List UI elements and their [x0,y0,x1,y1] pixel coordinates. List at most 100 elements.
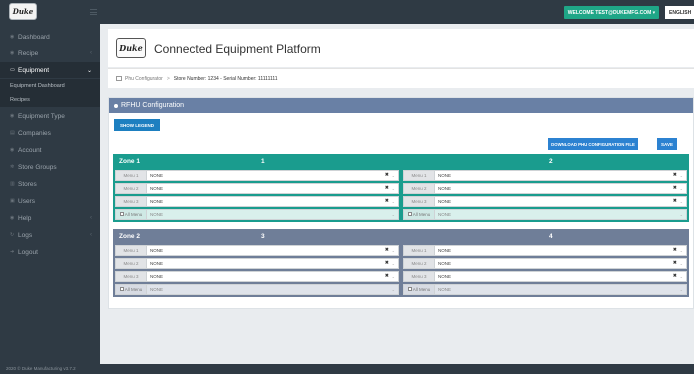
menu-cell: Menu 1 NONE ✖ ⌄ [115,169,399,181]
clear-icon[interactable]: ✖ [385,260,389,266]
rfhu-configuration-card: RFHU Configuration SHOW LEGEND DOWNLOAD … [108,97,694,309]
sidebar-item-dashboard[interactable]: ◉ Dashboard [0,29,100,45]
duke-logo: Duke [116,38,146,58]
menu-label: Menu 3 [403,195,435,207]
clear-icon[interactable]: ✖ [385,247,389,253]
clear-icon[interactable]: ✖ [673,260,677,266]
clear-icon[interactable]: ✖ [385,198,389,204]
chevron-down-icon[interactable]: ⌄ [680,173,683,178]
clear-icon[interactable]: ✖ [673,273,677,279]
all-menu-select[interactable]: NONE ⌄ [435,208,687,220]
menu-cell: Menu 1 NONE ✖ ⌄ [115,244,399,256]
menu-cell: Menu 3 NONE ✖ ⌄ [403,195,687,207]
chevron-down-icon[interactable]: ⌄ [680,261,683,266]
download-configuration-button[interactable]: DOWNLOAD PHU CONFIGURATION FILE [548,138,638,150]
user-menu-button[interactable]: WELCOME TEST@DUKEMFG.COM ▾ [564,6,659,19]
sidebar-item-users[interactable]: ▣ Users [0,193,100,209]
chevron-down-icon[interactable]: ⌄ [680,212,683,217]
chevron-down-icon[interactable]: ⌄ [392,199,395,204]
chevron-down-icon[interactable]: ⌄ [392,212,395,217]
language-button[interactable]: ENGLISH [665,6,694,19]
clear-icon[interactable]: ✖ [385,273,389,279]
menu-cell: Menu 2 NONE ✖ ⌄ [115,182,399,194]
checkbox-icon[interactable] [407,212,412,216]
clear-icon[interactable]: ✖ [385,172,389,178]
clear-icon[interactable]: ✖ [385,185,389,191]
menu-toggle-icon[interactable] [90,9,97,15]
zone-name: Zone 1 [119,158,140,165]
menu-select[interactable]: NONE ✖ ⌄ [435,244,687,256]
all-menu-label: All Menu [124,211,143,217]
all-menu-checkbox-label[interactable]: All Menu [403,283,435,295]
sidebar-item-logs[interactable]: ↻ Logs ‹ [0,227,100,243]
checkbox-icon[interactable] [407,287,412,291]
chevron-down-icon[interactable]: ⌄ [392,186,395,191]
menu-select[interactable]: NONE ✖ ⌄ [147,257,399,269]
building-icon: ▤ [10,130,15,136]
all-menu-select[interactable]: NONE ⌄ [435,283,687,295]
chevron-down-icon[interactable]: ⌄ [680,186,683,191]
chevron-down-icon: ⌄ [86,67,92,74]
help-icon: ◉ [10,215,15,221]
show-legend-button[interactable]: SHOW LEGEND [114,119,160,131]
menu-select[interactable]: NONE ✖ ⌄ [147,195,399,207]
chevron-down-icon[interactable]: ⌄ [392,261,395,266]
sidebar-subitem-equipment-dashboard[interactable]: Equipment Dashboard [0,79,100,93]
zone-panel: Zone 2 3 4 Menu 1 NONE ✖ ⌄ Menu 1 NONE ✖ ⌄ Menu 2 NO… [113,229,689,297]
sidebar-item-help[interactable]: ◉ Help ‹ [0,210,100,226]
menu-row: Menu 1 NONE ✖ ⌄ Menu 1 NONE ✖ ⌄ [115,244,687,256]
menu-select[interactable]: NONE ✖ ⌄ [147,244,399,256]
menu-select[interactable]: NONE ✖ ⌄ [435,182,687,194]
sidebar-item-logout[interactable]: ➜ Logout [0,244,100,260]
save-button[interactable]: SAVE [657,138,677,150]
sidebar-item-equipment-type[interactable]: ◉ Equipment Type [0,108,100,124]
chevron-down-icon[interactable]: ⌄ [680,248,683,253]
sidebar-item-label: Logout [18,248,38,256]
menu-label: Menu 2 [115,182,147,194]
chevron-down-icon[interactable]: ⌄ [392,248,395,253]
clear-icon[interactable]: ✖ [673,198,677,204]
select-value: NONE [438,247,452,253]
menu-select[interactable]: NONE ✖ ⌄ [147,182,399,194]
sidebar-item-recipe[interactable]: ◉ Recipe ‹ [0,45,100,61]
chevron-down-icon[interactable]: ⌄ [392,173,395,178]
chevron-down-icon[interactable]: ⌄ [392,287,395,292]
all-menu-checkbox-label[interactable]: All Menu [403,208,435,220]
logout-icon: ➜ [10,249,15,255]
menu-select[interactable]: NONE ✖ ⌄ [147,169,399,181]
menu-select[interactable]: NONE ✖ ⌄ [435,195,687,207]
sidebar-subitem-recipes[interactable]: Recipes [0,93,100,107]
menu-select[interactable]: NONE ✖ ⌄ [435,257,687,269]
sidebar-item-stores[interactable]: ▥ Stores [0,176,100,192]
checkbox-icon[interactable] [119,287,124,291]
breadcrumb-root-link[interactable]: Phu Configurator [125,76,163,82]
select-value: NONE [150,260,164,266]
menu-row: Menu 3 NONE ✖ ⌄ Menu 3 NONE ✖ ⌄ [115,270,687,282]
clear-icon[interactable]: ✖ [673,172,677,178]
chevron-down-icon[interactable]: ⌄ [392,274,395,279]
all-menu-select[interactable]: NONE ⌄ [147,283,399,295]
all-menu-select[interactable]: NONE ⌄ [147,208,399,220]
checkbox-icon[interactable] [119,212,124,216]
sidebar-item-companies[interactable]: ▤ Companies [0,125,100,141]
footer: 2020 © Duke Manufacturing v3.7.2 [0,364,694,374]
sidebar-item-store-groups[interactable]: ✲ Store Groups [0,159,100,175]
page-title: Connected Equipment Platform [154,42,321,56]
brand-logo[interactable]: Duke [9,3,37,20]
chevron-down-icon[interactable]: ⌄ [680,287,683,292]
chevron-down-icon[interactable]: ⌄ [680,274,683,279]
sidebar-item-equipment[interactable]: ▭ Equipment ⌄ [0,62,100,78]
page-header: Duke Connected Equipment Platform [108,29,694,67]
menu-label: Menu 2 [403,182,435,194]
menu-select[interactable]: NONE ✖ ⌄ [435,169,687,181]
clear-icon[interactable]: ✖ [673,247,677,253]
menu-select[interactable]: NONE ✖ ⌄ [147,270,399,282]
clear-icon[interactable]: ✖ [673,185,677,191]
store-groups-icon: ✲ [10,164,15,170]
menu-select[interactable]: NONE ✖ ⌄ [435,270,687,282]
all-menu-checkbox-label[interactable]: All Menu [115,283,147,295]
all-menu-checkbox-label[interactable]: All Menu [115,208,147,220]
sidebar-item-account[interactable]: ◉ Account [0,142,100,158]
select-value: NONE [150,211,164,217]
chevron-down-icon[interactable]: ⌄ [680,199,683,204]
